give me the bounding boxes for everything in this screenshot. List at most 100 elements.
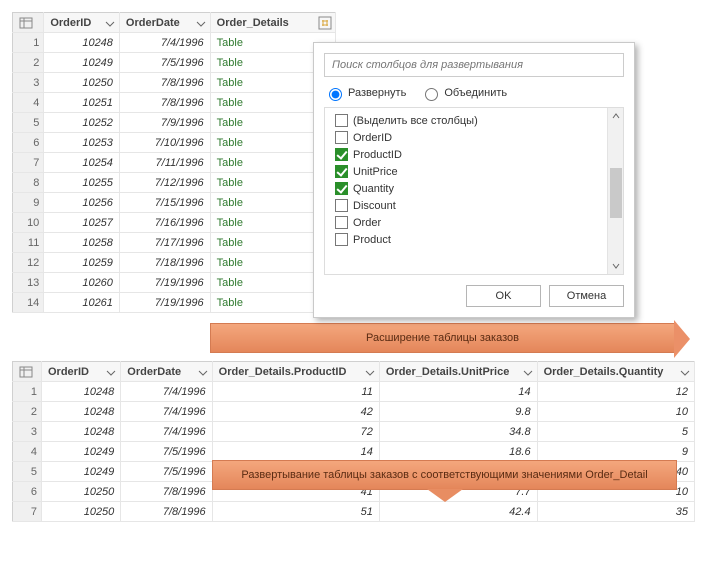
- cell-orderid: 10248: [42, 402, 121, 422]
- cell-orderid: 10249: [42, 442, 121, 462]
- cell-orderid: 10250: [44, 73, 120, 93]
- col-orderid[interactable]: OrderID: [44, 13, 120, 33]
- cell-unitprice: 34.8: [379, 422, 537, 442]
- dropdown-icon[interactable]: [364, 367, 376, 379]
- checkbox[interactable]: [335, 148, 348, 161]
- column-item[interactable]: Product: [329, 231, 619, 248]
- table-row[interactable]: 14102617/19/1996Table: [13, 293, 336, 313]
- table-row[interactable]: 12102597/18/1996Table: [13, 253, 336, 273]
- search-input[interactable]: [324, 53, 624, 77]
- table-row[interactable]: 1102487/4/1996111412: [13, 382, 695, 402]
- col2-productid[interactable]: Order_Details.ProductID: [212, 362, 379, 382]
- arrow-text: Развертывание таблицы заказов с соответс…: [241, 469, 647, 481]
- column-item[interactable]: UnitPrice: [329, 163, 619, 180]
- scrollbar[interactable]: [607, 108, 623, 274]
- cell-orderdate: 7/8/1996: [121, 482, 212, 502]
- columns-items: (Выделить все столбцы) OrderID ProductID Un…: [325, 112, 623, 270]
- rownum-cell: 1: [13, 33, 44, 53]
- expand-icon[interactable]: [318, 16, 332, 30]
- checkbox[interactable]: [335, 182, 348, 195]
- arrow-expand-label: Расширение таблицы заказов: [210, 323, 675, 353]
- table-row[interactable]: 3102487/4/19967234.85: [13, 422, 695, 442]
- dropdown-icon[interactable]: [679, 367, 691, 379]
- table-row[interactable]: 2102487/4/1996429.810: [13, 402, 695, 422]
- checkbox[interactable]: [335, 131, 348, 144]
- col-orderdate[interactable]: OrderDate: [119, 13, 210, 33]
- cell-orderid: 10252: [44, 113, 120, 133]
- table-row[interactable]: 5102527/9/1996Table: [13, 113, 336, 133]
- rownum-cell: 11: [13, 233, 44, 253]
- checkbox[interactable]: [335, 114, 348, 127]
- cell-productid: 14: [212, 442, 379, 462]
- cell-orderdate: 7/19/1996: [119, 273, 210, 293]
- dropdown-icon[interactable]: [104, 18, 116, 30]
- dropdown-icon[interactable]: [195, 18, 207, 30]
- radio-expand-input[interactable]: [329, 88, 342, 101]
- column-item[interactable]: Quantity: [329, 180, 619, 197]
- radio-expand[interactable]: Развернуть: [324, 85, 406, 101]
- scroll-up-icon[interactable]: [608, 108, 624, 124]
- cell-quantity: 35: [537, 502, 694, 522]
- col2-quantity[interactable]: Order_Details.Quantity: [537, 362, 694, 382]
- col-label: Order_Details: [217, 17, 289, 29]
- table-row[interactable]: 4102497/5/19961418.69: [13, 442, 695, 462]
- table-row[interactable]: 2102497/5/1996Table: [13, 53, 336, 73]
- table-row[interactable]: 9102567/15/1996Table: [13, 193, 336, 213]
- rownum-cell: 3: [13, 422, 42, 442]
- checkbox[interactable]: [335, 199, 348, 212]
- table-row[interactable]: 11102587/17/1996Table: [13, 233, 336, 253]
- checkbox[interactable]: [335, 233, 348, 246]
- cell-orderid: 10253: [44, 133, 120, 153]
- radio-aggregate[interactable]: Объединить: [420, 85, 507, 101]
- table-row[interactable]: 4102517/8/1996Table: [13, 93, 336, 113]
- column-item[interactable]: ProductID: [329, 146, 619, 163]
- col-orderdetails[interactable]: Order_Details: [210, 13, 335, 33]
- radio-aggregate-input[interactable]: [425, 88, 438, 101]
- rownum-cell: 14: [13, 293, 44, 313]
- column-item[interactable]: (Выделить все столбцы): [329, 112, 619, 129]
- expand-popup: Развернуть Объединить (Выделить все стол…: [313, 42, 635, 318]
- cell-orderid: 10254: [44, 153, 120, 173]
- column-item[interactable]: Discount: [329, 197, 619, 214]
- arrow-detail-label: Развертывание таблицы заказов с соответс…: [212, 460, 677, 490]
- rownum-cell: 5: [13, 113, 44, 133]
- dropdown-icon[interactable]: [105, 367, 117, 379]
- cell-orderid: 10256: [44, 193, 120, 213]
- table-row[interactable]: 1102487/4/1996Table: [13, 33, 336, 53]
- item-label: UnitPrice: [353, 166, 398, 178]
- table-row[interactable]: 3102507/8/1996Table: [13, 73, 336, 93]
- cell-productid: 72: [212, 422, 379, 442]
- checkbox[interactable]: [335, 165, 348, 178]
- rownum-cell: 4: [13, 93, 44, 113]
- orders-table[interactable]: OrderID OrderDate Order_Details 1102487/…: [12, 12, 336, 313]
- table-row[interactable]: 10102577/16/1996Table: [13, 213, 336, 233]
- cell-unitprice: 9.8: [379, 402, 537, 422]
- dropdown-icon[interactable]: [197, 367, 209, 379]
- table-icon: [19, 17, 33, 29]
- table-row[interactable]: 6102537/10/1996Table: [13, 133, 336, 153]
- scroll-down-icon[interactable]: [608, 258, 624, 274]
- table-row[interactable]: 7102507/8/19965142.435: [13, 502, 695, 522]
- col-label: OrderID: [48, 366, 89, 378]
- scroll-thumb[interactable]: [610, 168, 622, 218]
- cell-orderid: 10251: [44, 93, 120, 113]
- checkbox[interactable]: [335, 216, 348, 229]
- col2-orderid[interactable]: OrderID: [42, 362, 121, 382]
- cell-orderdate: 7/15/1996: [119, 193, 210, 213]
- cell-orderid: 10248: [44, 33, 120, 53]
- cell-orderid: 10259: [44, 253, 120, 273]
- item-label: (Выделить все столбцы): [353, 115, 478, 127]
- item-label: OrderID: [353, 132, 392, 144]
- ok-button[interactable]: OK: [466, 285, 541, 307]
- table-row[interactable]: 8102557/12/1996Table: [13, 173, 336, 193]
- col2-unitprice[interactable]: Order_Details.UnitPrice: [379, 362, 537, 382]
- expanded-table[interactable]: OrderID OrderDate Order_Details.ProductI…: [12, 361, 695, 522]
- cancel-button[interactable]: Отмена: [549, 285, 624, 307]
- rownum-cell: 13: [13, 273, 44, 293]
- dropdown-icon[interactable]: [522, 367, 534, 379]
- column-item[interactable]: Order: [329, 214, 619, 231]
- col2-orderdate[interactable]: OrderDate: [121, 362, 212, 382]
- column-item[interactable]: OrderID: [329, 129, 619, 146]
- table-row[interactable]: 13102607/19/1996Table: [13, 273, 336, 293]
- table-row[interactable]: 7102547/11/1996Table: [13, 153, 336, 173]
